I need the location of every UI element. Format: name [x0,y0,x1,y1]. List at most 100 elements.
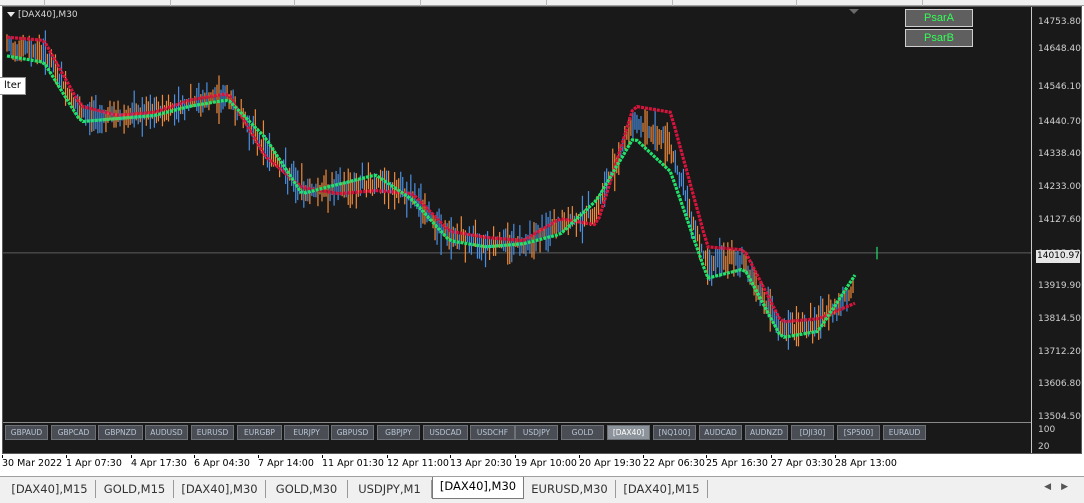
chart-tab[interactable]: [DAX40],M30 [174,480,266,498]
chart-tab[interactable]: EURUSD,M30 [524,480,616,498]
price-tick: 13814.50 [1038,314,1081,324]
price-tick: 13606.80 [1038,379,1081,389]
time-axis: 30 Mar 2022 1 Apr 07:30 4 Apr 17:30 6 Apr 0… [0,455,1084,473]
time-tick-mark [835,455,836,458]
time-tick: 13 Apr 20:30 [450,455,512,469]
time-tick-mark [258,455,259,458]
time-tick-label: 20 Apr 19:30 [579,458,641,469]
price-tick: 14648.40 [1038,44,1081,54]
symbol-button[interactable]: [DJI30] [791,425,834,440]
price-tick: 14546.10 [1038,82,1081,92]
price-tick: 14440.70 [1038,117,1081,127]
time-tick-mark [450,455,451,458]
symbol-button[interactable]: EURJPY [284,425,329,440]
chart-tab[interactable]: [DAX40],M15 [4,480,96,498]
time-tick: 7 Apr 14:00 [258,455,314,469]
price-tick: 13919.90 [1038,281,1081,291]
time-tick-mark [515,455,516,458]
time-tick-mark [579,455,580,458]
subwindow-tick-low: 20 [1038,442,1050,452]
symbol-button[interactable]: EURGBP [237,425,282,440]
time-tick-mark [131,455,132,458]
time-tick: 20 Apr 19:30 [579,455,641,469]
chart-tab[interactable]: GOLD,M15 [96,480,174,498]
symbol-label-text: [DAX40],M30 [18,10,78,20]
symbol-button[interactable]: USDJPY [515,425,558,440]
price-tick: 13712.20 [1038,347,1081,357]
price-tick: 13504.50 [1038,412,1081,422]
symbol-button[interactable]: [NQ100] [653,425,696,440]
time-tick-label: 4 Apr 17:30 [131,458,187,469]
symbol-button[interactable]: [SP500] [837,425,880,440]
symbol-button[interactable]: GBPAUD [5,425,48,440]
current-price-label: 14010.97 [1036,250,1080,263]
symbol-button[interactable]: EURUSD [191,425,234,440]
chart-tab-bar: ◀▶ [DAX40],M15 GOLD,M15 [DAX40],M30 GOLD,M3… [0,476,1084,503]
symbol-button[interactable]: GOLD [561,425,604,440]
filter-tooltip: lter [0,77,26,95]
shift-marker-icon[interactable] [849,9,859,14]
price-tick: 14753.80 [1038,17,1081,27]
time-tick: 6 Apr 04:30 [194,455,250,469]
time-tick-mark [322,455,323,458]
time-tick-label: 1 Apr 07:30 [66,458,122,469]
time-tick-label: 6 Apr 04:30 [194,458,250,469]
time-tick: 28 Apr 13:00 [835,455,897,469]
time-tick-label: 27 Apr 03:30 [771,458,833,469]
price-axis [1031,7,1032,453]
time-tick: 19 Apr 10:00 [515,455,577,469]
price-tick: 14233.00 [1038,182,1081,192]
symbol-button[interactable]: AUDCAD [699,425,742,440]
time-tick-mark [706,455,707,458]
time-tick: 25 Apr 16:30 [706,455,768,469]
chart-tab[interactable]: GOLD,M30 [266,480,348,498]
time-tick: 12 Apr 11:00 [387,455,449,469]
time-tick-label: 30 Mar 2022 [2,458,63,469]
time-tick-label: 7 Apr 14:00 [258,458,314,469]
tab-scroll-arrows-icon[interactable]: ◀▶ [1044,482,1078,492]
time-tick-label: 28 Apr 13:00 [835,458,897,469]
symbol-button[interactable]: GBPUSD [331,425,374,440]
time-tick-mark [771,455,772,458]
time-tick-mark [387,455,388,458]
symbol-button[interactable]: AUDNZD [745,425,788,440]
psar-a-button[interactable]: PsarA [905,9,973,27]
symbol-button[interactable]: USDCHF [470,425,515,440]
time-tick-label: 22 Apr 06:30 [643,458,705,469]
time-tick: 27 Apr 03:30 [771,455,833,469]
time-tick-mark [66,455,67,458]
price-tick: 14338.40 [1038,149,1081,159]
time-tick: 4 Apr 17:30 [131,455,187,469]
time-tick-mark [643,455,644,458]
time-tick-label: 19 Apr 10:00 [515,458,577,469]
time-tick-label: 13 Apr 20:30 [450,458,512,469]
dropdown-triangle-icon[interactable] [7,12,15,17]
time-tick-label: 12 Apr 11:00 [387,458,449,469]
time-tick: 30 Mar 2022 [2,455,63,469]
time-tick: 11 Apr 01:30 [322,455,384,469]
mt4-terminal: [DAX40],M30 lter PsarA PsarB 14753.80 146… [0,0,1084,503]
symbol-button[interactable]: USDCAD [423,425,468,440]
symbol-button[interactable]: GBPNZD [98,425,143,440]
symbol-button[interactable]: GBPJPY [377,425,420,440]
chart-tab[interactable]: USDJPY,M1 [348,480,432,498]
chart-tab[interactable]: [DAX40],M30 [432,477,524,499]
time-tick-mark [2,455,3,458]
time-tick: 1 Apr 07:30 [66,455,122,469]
symbol-button[interactable]: AUDUSD [145,425,188,440]
symbol-button[interactable]: GBPCAD [51,425,96,440]
subwindow-separator[interactable] [3,422,1031,423]
symbol-button[interactable]: [DAX40] [607,425,650,440]
price-chart-canvas[interactable] [3,7,1081,453]
symbol-button[interactable]: EURAUD [883,425,926,440]
time-tick: 22 Apr 06:30 [643,455,705,469]
subwindow-tick-high: 100 [1038,425,1056,435]
chart-window[interactable]: [DAX40],M30 lter PsarA PsarB 14753.80 146… [0,6,1082,454]
chart-tab[interactable]: [DAX40],M15 [616,480,708,498]
psar-series-a [6,35,856,324]
time-tick-label: 11 Apr 01:30 [322,458,384,469]
psar-b-button[interactable]: PsarB [905,29,973,47]
time-tick-label: 25 Apr 16:30 [706,458,768,469]
price-tick: 14127.60 [1038,215,1081,225]
chart-symbol-label: [DAX40],M30 [7,10,78,20]
